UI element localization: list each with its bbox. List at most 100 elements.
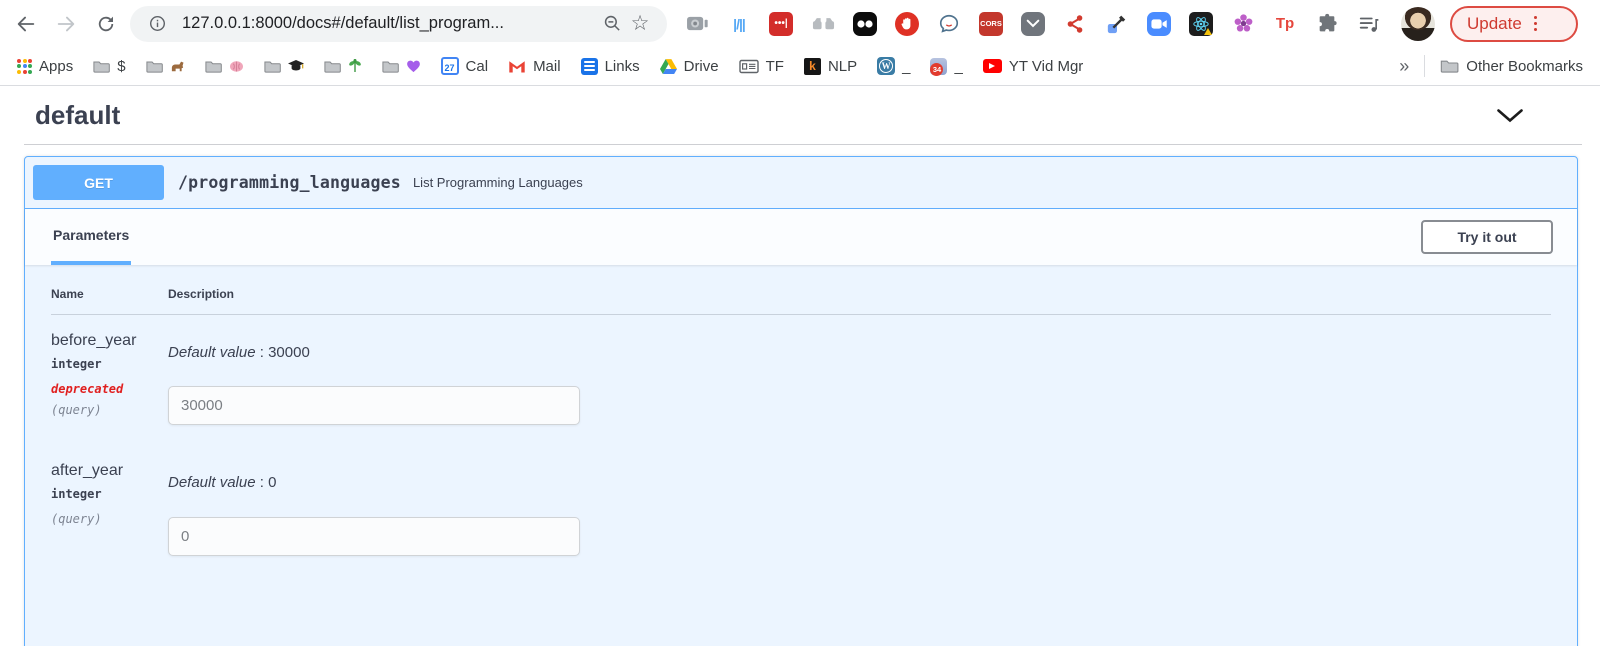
puzzle-extensions-menu-icon[interactable] — [1315, 12, 1339, 36]
bookmark-folder-dollar[interactable]: $ — [84, 52, 134, 80]
color-picker-extension-icon[interactable] — [1105, 12, 1129, 36]
bookmark-wordpress[interactable]: W _ — [868, 52, 919, 80]
menu-dots-icon[interactable] — [1534, 16, 1538, 32]
param-row-after-year: after_year integer (query) Default value… — [51, 445, 1551, 556]
bookmark-folder-brain[interactable] — [196, 52, 253, 80]
bookmark-cal34[interactable]: 34 _ — [921, 52, 971, 80]
param-location: (query) — [51, 512, 168, 526]
param-name: before_year — [51, 332, 168, 350]
param-description-cell: Default value : 30000 — [168, 325, 1551, 425]
param-value-input[interactable] — [168, 386, 580, 425]
bookmark-star-icon[interactable]: ☆ — [626, 13, 654, 34]
adblock-hand-extension-icon[interactable] — [895, 12, 919, 36]
apps-grid-icon — [17, 59, 32, 74]
folder-icon — [146, 60, 163, 73]
bookmarks-bar: Apps $ 27 Cal Mail Links Drive — [0, 47, 1600, 86]
bookmarks-overflow-button[interactable]: » — [1390, 52, 1418, 80]
kaggle-icon: k — [804, 58, 821, 75]
param-type: integer — [51, 487, 168, 501]
param-name-cell: before_year integer deprecated (query) — [51, 325, 168, 425]
default-value-line: Default value : 30000 — [168, 344, 1551, 361]
param-value-input[interactable] — [168, 517, 580, 556]
playlist-extension-icon[interactable] — [1357, 12, 1381, 36]
chat-bubble-extension-icon[interactable] — [937, 12, 961, 36]
calendar-icon: 27 — [441, 57, 459, 75]
bookmark-nlp[interactable]: k NLP — [795, 52, 866, 80]
purple-heart-icon — [406, 59, 421, 73]
bookmark-folder-heart[interactable] — [373, 52, 430, 80]
zoom-extension-icon[interactable] — [1147, 12, 1171, 36]
drive-icon — [660, 59, 677, 74]
back-button[interactable] — [6, 4, 46, 44]
bookmark-folder-herb[interactable] — [315, 52, 371, 80]
binoculars-extension-icon[interactable] — [811, 12, 835, 36]
param-name: after_year — [51, 462, 168, 480]
param-row-before-year: before_year integer deprecated (query) D… — [51, 315, 1551, 425]
opblock-get: GET /programming_languages List Programm… — [24, 156, 1578, 646]
endpoint-summary: List Programming Languages — [413, 175, 583, 190]
tab-parameters[interactable]: Parameters — [51, 209, 131, 265]
warning-badge-icon — [1204, 28, 1212, 35]
graduation-cap-icon — [288, 60, 304, 72]
update-chrome-button[interactable]: Update — [1450, 6, 1578, 42]
tag-section-header[interactable]: default — [24, 98, 1582, 145]
bookmarks-divider — [1424, 55, 1425, 77]
flower-extension-icon[interactable] — [1231, 12, 1255, 36]
parameters-table: Name Description before_year integer dep… — [25, 265, 1577, 556]
try-it-out-button[interactable]: Try it out — [1421, 220, 1553, 254]
parameters-section-header: Parameters Try it out — [25, 209, 1577, 265]
other-bookmarks-button[interactable]: Other Bookmarks — [1431, 52, 1592, 80]
horse-icon — [170, 59, 185, 74]
url-text[interactable]: 127.0.0.1:8000/docs#/default/list_progra… — [182, 14, 598, 33]
wayback-machine-extension-icon[interactable]: |/|| — [727, 12, 751, 36]
opblock-summary[interactable]: GET /programming_languages List Programm… — [25, 157, 1577, 209]
zoom-out-icon[interactable] — [598, 14, 626, 33]
swagger-page: default GET /programming_languages List … — [0, 86, 1600, 646]
gmail-icon — [508, 59, 526, 73]
param-deprecated-label: deprecated — [51, 382, 168, 396]
lastpass-extension-icon[interactable]: •••| — [769, 12, 793, 36]
bookmark-apps[interactable]: Apps — [8, 52, 82, 80]
bookmark-folder-gradcap[interactable] — [255, 52, 313, 80]
param-location: (query) — [51, 403, 168, 417]
bookmark-links[interactable]: Links — [572, 52, 649, 80]
folder-icon — [205, 60, 222, 73]
name-column-header: Name — [51, 287, 168, 301]
bookmark-folder-horse[interactable] — [137, 52, 194, 80]
address-bar[interactable]: 127.0.0.1:8000/docs#/default/list_progra… — [130, 6, 667, 42]
react-devtools-extension-icon[interactable] — [1189, 12, 1213, 36]
bookmark-calendar[interactable]: 27 Cal — [432, 52, 498, 80]
browser-toolbar: 127.0.0.1:8000/docs#/default/list_progra… — [0, 0, 1600, 47]
forward-button[interactable] — [46, 4, 86, 44]
folder-icon — [382, 60, 399, 73]
parameters-table-header: Name Description — [51, 287, 1551, 315]
herb-icon — [348, 59, 362, 73]
back-icon — [15, 13, 37, 35]
folder-icon — [93, 60, 110, 73]
bookmark-youtube[interactable]: YT Vid Mgr — [974, 52, 1092, 80]
chevron-down-icon[interactable] — [1496, 108, 1524, 123]
default-value-line: Default value : 0 — [168, 474, 1551, 491]
forward-icon — [55, 13, 77, 35]
extensions-row: |/|| •••| CORS — [685, 7, 1435, 41]
bookmark-mail[interactable]: Mail — [499, 52, 570, 80]
param-type: integer — [51, 357, 168, 371]
folder-icon — [324, 60, 341, 73]
bookmark-drive[interactable]: Drive — [651, 52, 728, 80]
profile-avatar[interactable] — [1401, 7, 1435, 41]
cors-extension-icon[interactable]: CORS — [979, 12, 1003, 36]
brain-icon — [229, 60, 244, 73]
reload-button[interactable] — [86, 4, 126, 44]
tag-title: default — [35, 100, 120, 131]
share-nodes-extension-icon[interactable] — [1063, 12, 1087, 36]
pocket-extension-icon[interactable] — [1021, 12, 1045, 36]
links-icon — [581, 58, 598, 75]
site-info-icon[interactable] — [143, 15, 171, 32]
bookmark-tf[interactable]: TF — [730, 52, 793, 80]
param-description-cell: Default value : 0 — [168, 455, 1551, 556]
tp-extension-icon[interactable]: Tp — [1273, 12, 1297, 36]
dark-reader-extension-icon[interactable] — [853, 12, 877, 36]
screen-capture-extension-icon[interactable] — [685, 12, 709, 36]
param-name-cell: after_year integer (query) — [51, 455, 168, 556]
update-label: Update — [1467, 14, 1522, 34]
